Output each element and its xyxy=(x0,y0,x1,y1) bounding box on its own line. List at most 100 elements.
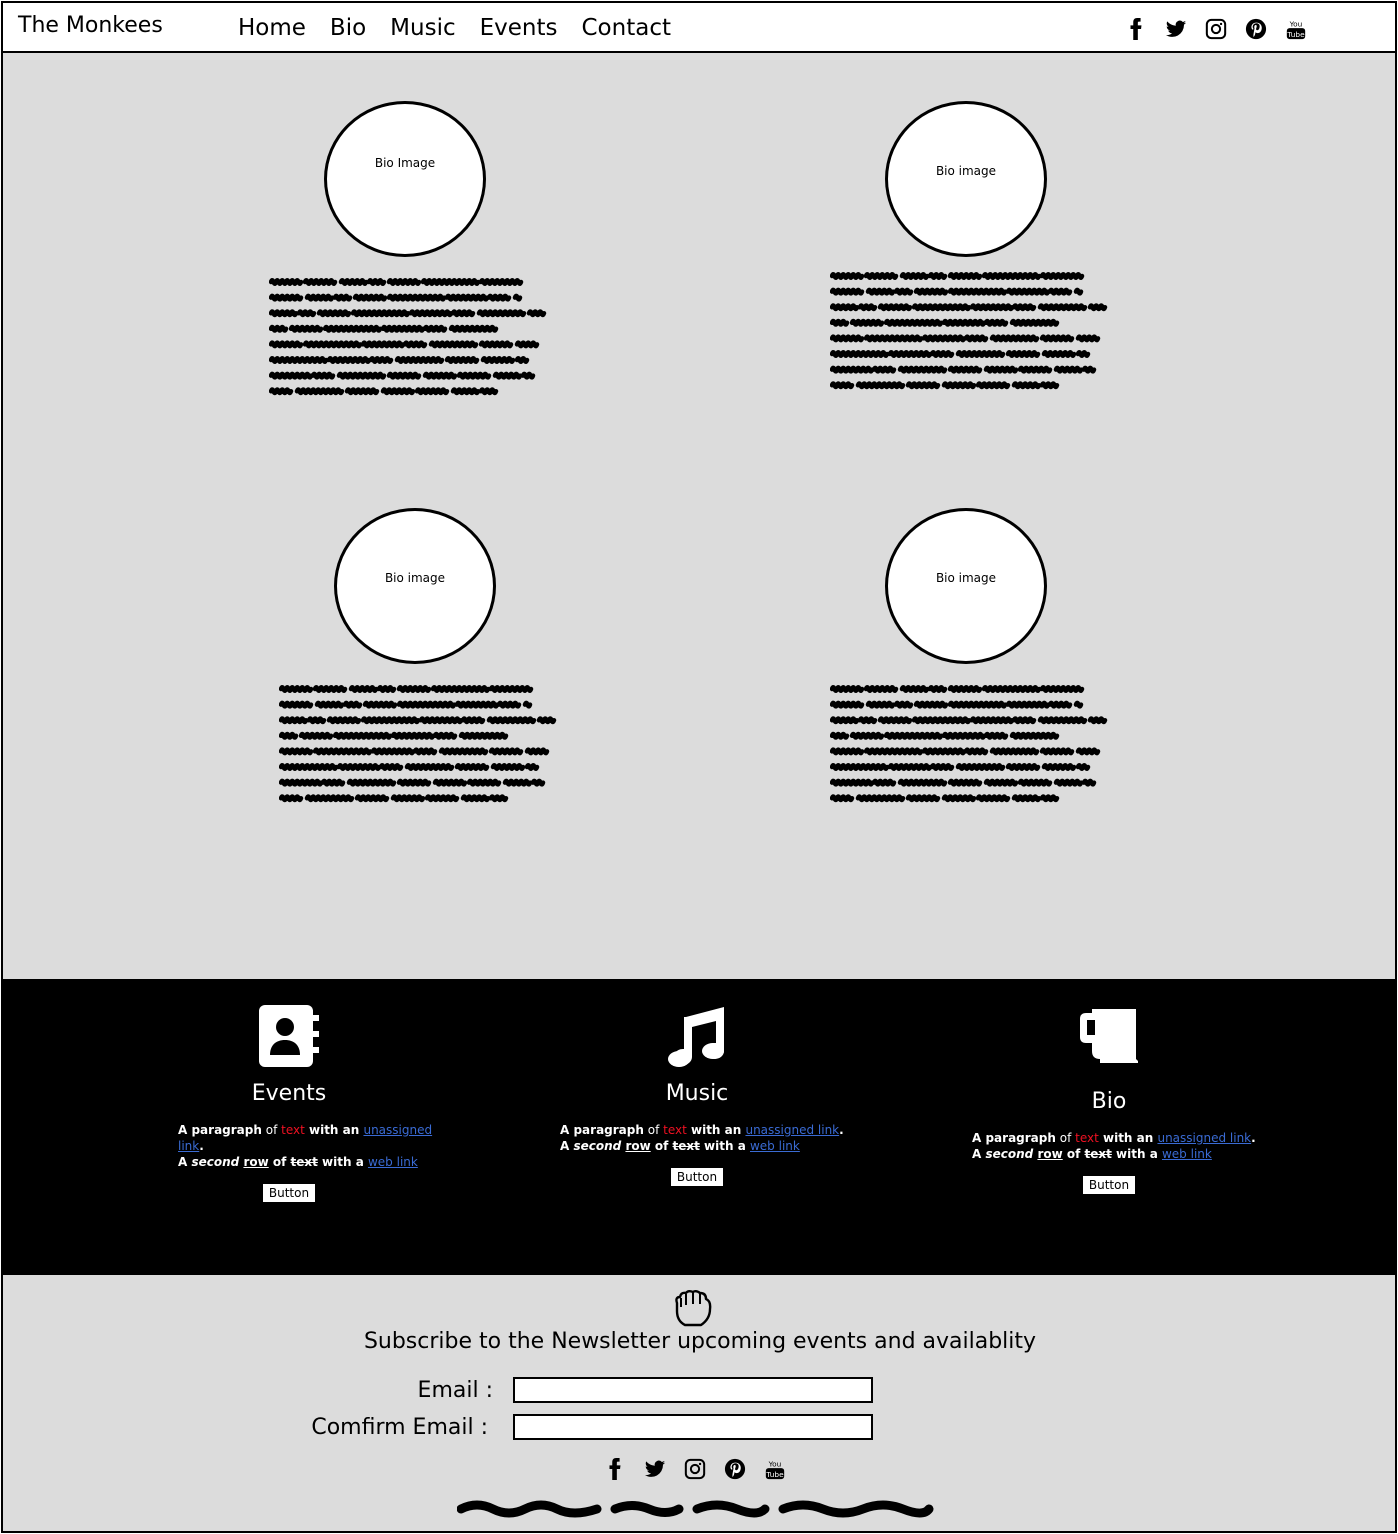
bio-section: Bio Image Bio image Bio image Bio image xyxy=(3,53,1395,979)
scribble-line xyxy=(269,293,523,302)
email-field[interactable] xyxy=(513,1377,873,1403)
scribble-line xyxy=(830,685,1085,693)
scribble-line xyxy=(830,365,1097,374)
scribble-line xyxy=(830,303,1108,312)
page-frame: The Monkees Home Bio Music Events Contac… xyxy=(1,1,1397,1533)
scribble-line xyxy=(830,381,1060,390)
web-link[interactable]: web link xyxy=(368,1155,418,1169)
bio-image: Bio image xyxy=(334,508,496,664)
feature-button[interactable]: Button xyxy=(1081,1175,1137,1195)
scribble-line xyxy=(830,778,1097,787)
scribble-line xyxy=(830,350,1091,358)
scribble-line xyxy=(830,287,1084,296)
scribble-line xyxy=(269,309,547,318)
scribble-line xyxy=(279,731,509,740)
scribble-line xyxy=(269,340,540,349)
svg-text:Tube: Tube xyxy=(1286,30,1305,39)
features-section: Events A paragraph of text with an unass… xyxy=(3,979,1395,1273)
scribble-line xyxy=(830,334,1101,343)
nav-contact[interactable]: Contact xyxy=(582,15,671,41)
scribble-line xyxy=(279,716,557,725)
unassigned-link[interactable]: unassigned link xyxy=(745,1123,839,1137)
scribble-line xyxy=(830,318,1060,327)
youtube-icon[interactable]: You Tube xyxy=(764,1457,786,1481)
svg-text:You: You xyxy=(1289,19,1303,28)
facebook-icon[interactable] xyxy=(604,1457,626,1481)
top-header: The Monkees Home Bio Music Events Contac… xyxy=(3,3,1395,53)
nav-home[interactable]: Home xyxy=(238,15,306,41)
brand-logo[interactable]: The Monkees xyxy=(18,13,163,38)
feature-title: Bio xyxy=(1091,1089,1127,1114)
feature-events: Events A paragraph of text with an unass… xyxy=(139,1003,439,1203)
svg-text:You: You xyxy=(768,1459,782,1468)
bio-image-label: Bio image xyxy=(935,571,997,585)
scribble-line xyxy=(269,356,530,364)
web-link[interactable]: web link xyxy=(750,1139,800,1153)
feature-title: Events xyxy=(251,1081,327,1106)
feature-paragraph: A paragraph of text with an unassigned l… xyxy=(178,1123,433,1169)
confirm-email-label: Comfirm Email : xyxy=(311,1414,488,1440)
youtube-icon[interactable]: You Tube xyxy=(1285,17,1307,41)
bio-image-label: Bio Image xyxy=(374,156,436,170)
email-row: Email : xyxy=(303,1377,873,1403)
social-links-top: You Tube xyxy=(1125,17,1307,41)
feature-paragraph: A paragraph of text with an unassigned l… xyxy=(972,1131,1256,1161)
instagram-icon[interactable] xyxy=(1205,17,1227,41)
newsletter-section: Subscribe to the Newsletter upcoming eve… xyxy=(3,1273,1395,1531)
coffee-mug-icon xyxy=(1080,1009,1138,1063)
confirm-email-row: Comfirm Email : xyxy=(303,1414,873,1440)
svg-text:Tube: Tube xyxy=(765,1470,784,1479)
scribble-line xyxy=(830,731,1060,740)
twitter-icon[interactable] xyxy=(1165,17,1187,41)
twitter-icon[interactable] xyxy=(644,1457,666,1481)
feature-music: Music A paragraph of text with an unassi… xyxy=(547,1003,847,1187)
bio-text-placeholder xyxy=(279,685,557,803)
scribble-line xyxy=(269,278,524,286)
footer-text-placeholder xyxy=(457,1500,934,1518)
bio-text-placeholder xyxy=(269,278,547,396)
feature-button[interactable]: Button xyxy=(261,1183,317,1203)
scribble-line xyxy=(830,700,1084,709)
bio-image: Bio Image xyxy=(324,101,486,257)
bio-image-label: Bio image xyxy=(935,164,997,178)
scribble-line xyxy=(279,700,533,709)
scribble-line xyxy=(830,747,1101,756)
scribble-line xyxy=(279,747,550,756)
facebook-icon[interactable] xyxy=(1125,17,1147,41)
social-links-bottom: You Tube xyxy=(604,1457,786,1481)
scribble-line xyxy=(279,794,509,803)
feature-bio: Bio A paragraph of text with an unassign… xyxy=(959,1003,1259,1195)
web-link[interactable]: web link xyxy=(1162,1147,1212,1161)
scribble-line xyxy=(279,763,540,771)
scribble-line xyxy=(279,685,534,693)
feature-paragraph: A paragraph of text with an unassigned l… xyxy=(560,1123,844,1153)
pinterest-icon[interactable] xyxy=(1245,17,1267,41)
scribble-line xyxy=(830,763,1091,771)
scribble-line xyxy=(279,778,546,787)
newsletter-title: Subscribe to the Newsletter upcoming eve… xyxy=(363,1329,1037,1354)
scribble-line xyxy=(830,716,1108,725)
scribble-line xyxy=(830,272,1085,280)
email-label: Email : xyxy=(417,1377,493,1403)
bio-image-label: Bio image xyxy=(384,571,446,585)
address-book-icon xyxy=(259,1005,319,1067)
nav-bio[interactable]: Bio xyxy=(330,15,366,41)
bio-image: Bio image xyxy=(885,101,1047,257)
feature-button[interactable]: Button xyxy=(669,1167,725,1187)
fist-icon xyxy=(675,1290,712,1327)
unassigned-link[interactable]: unassigned link xyxy=(1157,1131,1251,1145)
pinterest-icon[interactable] xyxy=(724,1457,746,1481)
bio-text-placeholder xyxy=(830,685,1108,803)
scribble-line xyxy=(269,324,499,333)
bio-text-placeholder xyxy=(830,272,1108,390)
nav-events[interactable]: Events xyxy=(480,15,558,41)
nav-music[interactable]: Music xyxy=(390,15,455,41)
confirm-email-field[interactable] xyxy=(513,1414,873,1440)
scribble-line xyxy=(269,387,499,396)
bio-image: Bio image xyxy=(885,508,1047,664)
music-note-icon xyxy=(668,1007,724,1067)
instagram-icon[interactable] xyxy=(684,1457,706,1481)
scribble-line xyxy=(269,371,536,380)
feature-title: Music xyxy=(665,1081,729,1106)
scribble-line xyxy=(830,794,1060,803)
